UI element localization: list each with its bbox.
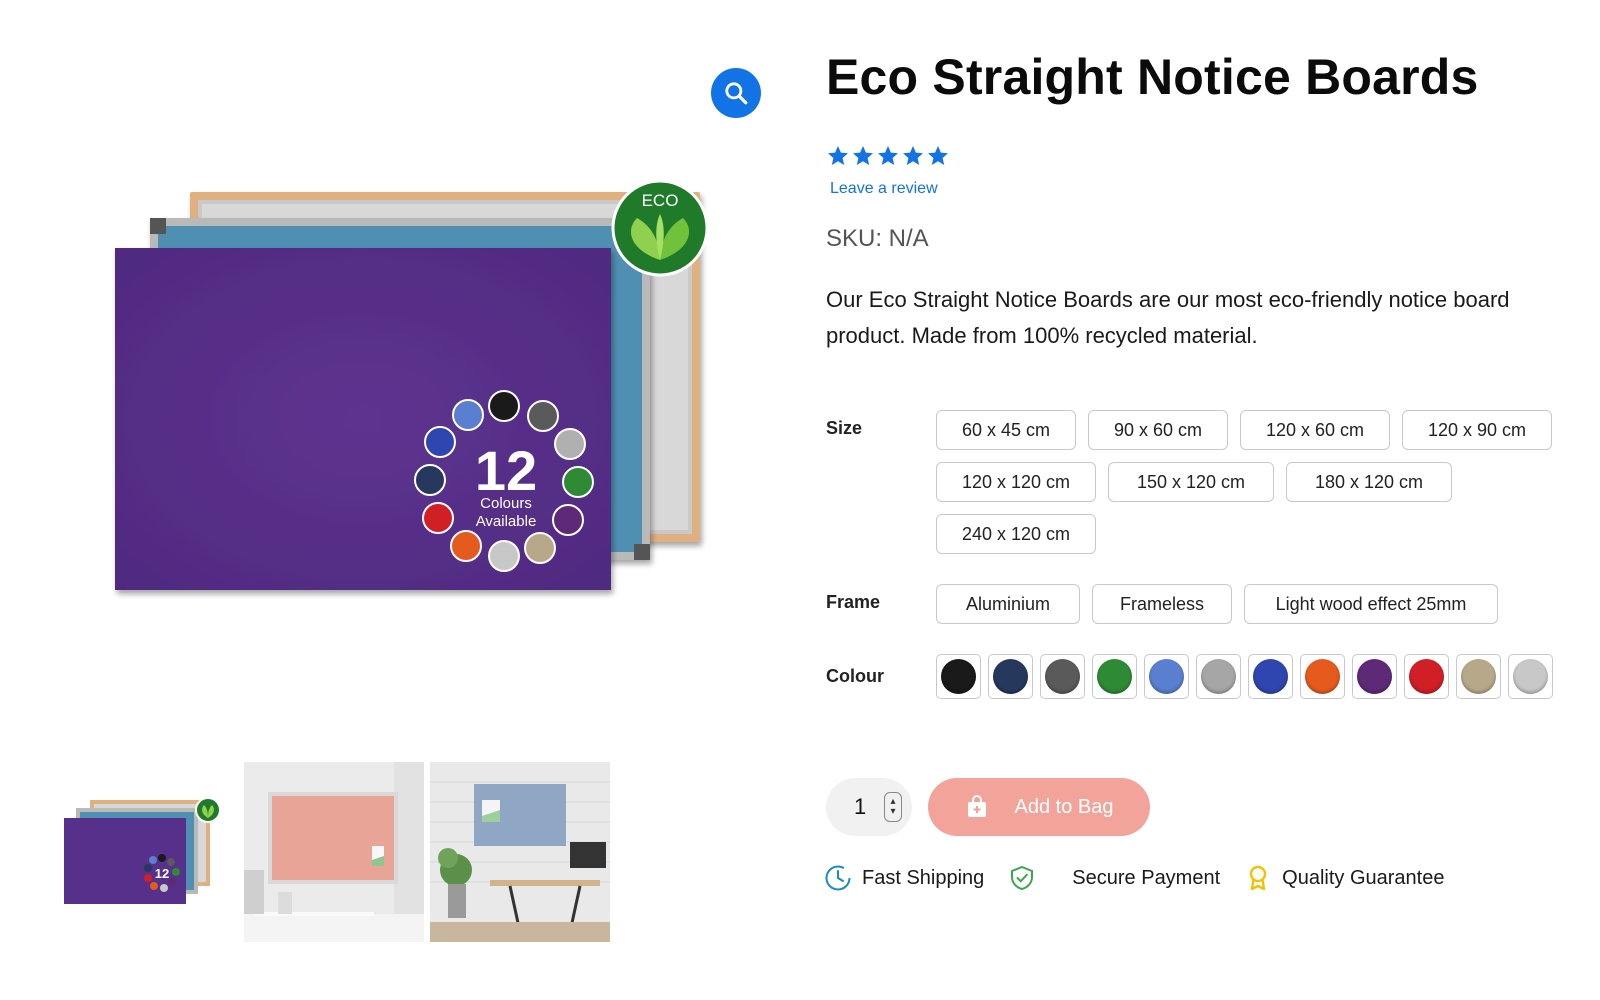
frame-label: Frame: [826, 592, 881, 612]
thumbnail-3[interactable]: [430, 762, 610, 942]
size-option[interactable]: 240 x 120 cm: [936, 514, 1096, 554]
feature-label: Fast Shipping: [862, 866, 985, 889]
colour-swatch[interactable]: [1404, 654, 1449, 699]
frame-option[interactable]: Frameless: [1092, 584, 1232, 624]
add-to-bag-button[interactable]: Add to Bag: [928, 778, 1150, 836]
shopping-bag-icon: [967, 795, 986, 817]
colour-swatch-dot: [1149, 659, 1184, 694]
feature-fast-shipping: Fast Shipping: [824, 864, 984, 892]
svg-text:12: 12: [155, 866, 169, 881]
thumbnail-1[interactable]: 12: [58, 762, 238, 942]
quantity-selector: 1 ▴ ▾: [826, 778, 912, 836]
size-option[interactable]: 120 x 120 cm: [936, 462, 1096, 502]
frame-option[interactable]: Aluminium: [936, 584, 1080, 624]
colour-swatches: [936, 654, 1553, 699]
colour-swatch-dot: [1253, 659, 1288, 694]
shield-check-icon: [1011, 865, 1034, 891]
size-option[interactable]: 60 x 45 cm: [936, 410, 1076, 450]
sku-text: SKU: N/A: [826, 225, 929, 252]
product-description: Our Eco Straight Notice Boards are our m…: [826, 287, 1510, 348]
colour-swatch-dot: [1045, 659, 1080, 694]
colour-swatch[interactable]: [988, 654, 1033, 699]
colour-swatch-dot: [1097, 659, 1132, 694]
eco-badge: ECO: [611, 180, 709, 277]
colour-swatch[interactable]: [1144, 654, 1189, 699]
colour-label: Colour: [826, 666, 884, 686]
colour-swatch[interactable]: [1040, 654, 1085, 699]
leave-review-link[interactable]: Leave a review: [830, 180, 938, 198]
colour-swatch[interactable]: [1508, 654, 1553, 699]
star-rating: [826, 144, 950, 168]
zoom-button[interactable]: [711, 68, 761, 118]
colour-swatch[interactable]: [1092, 654, 1137, 699]
colour-swatch[interactable]: [1300, 654, 1345, 699]
size-label: Size: [826, 418, 863, 438]
colour-swatch-dot: [1357, 659, 1392, 694]
size-option[interactable]: 120 x 90 cm: [1402, 410, 1552, 450]
star-icon: [878, 146, 898, 165]
size-option[interactable]: 90 x 60 cm: [1088, 410, 1228, 450]
quantity-input[interactable]: 1: [854, 794, 878, 820]
size-option[interactable]: 120 x 60 cm: [1240, 410, 1390, 450]
clock-icon: [825, 865, 851, 891]
colour-swatch[interactable]: [1352, 654, 1397, 699]
chevron-down-icon[interactable]: ▾: [890, 807, 895, 817]
colour-swatch-dot: [1461, 659, 1496, 694]
frame-options: Aluminium Frameless Light wood effect 25…: [936, 584, 1556, 624]
star-icon: [903, 146, 923, 165]
star-icon: [928, 146, 948, 165]
colour-swatch-dot: [993, 659, 1028, 694]
size-option[interactable]: 150 x 120 cm: [1108, 462, 1274, 502]
size-options: 60 x 45 cm 90 x 60 cm 120 x 60 cm 120 x …: [936, 410, 1556, 554]
colour-swatch-dot: [1409, 659, 1444, 694]
colour-swatch[interactable]: [1248, 654, 1293, 699]
svg-text:12: 12: [475, 439, 537, 502]
page-title: Eco Straight Notice Boards: [826, 49, 1479, 105]
size-option[interactable]: 180 x 120 cm: [1286, 462, 1452, 502]
quantity-stepper[interactable]: ▴ ▾: [884, 792, 902, 822]
colour-swatch-dot: [941, 659, 976, 694]
main-product-image[interactable]: ECO 12 Colours Available: [110, 180, 730, 620]
colour-swatch-dot: [1305, 659, 1340, 694]
feature-list: Fast Shipping Secure Payment Quality Gua…: [824, 864, 1444, 892]
colour-swatch[interactable]: [936, 654, 981, 699]
colour-swatch[interactable]: [1456, 654, 1501, 699]
star-icon: [853, 146, 873, 165]
frame-option[interactable]: Light wood effect 25mm: [1244, 584, 1498, 624]
colour-swatch-dot: [1513, 659, 1548, 694]
feature-label: Quality Guarantee: [1282, 866, 1445, 889]
svg-text:Colours: Colours: [480, 495, 532, 512]
colour-swatch-dot: [1201, 659, 1236, 694]
thumbnail-2[interactable]: [244, 762, 424, 942]
star-icon: [828, 146, 848, 165]
search-icon: [725, 82, 748, 105]
colour-swatch[interactable]: [1196, 654, 1241, 699]
thumbnail-strip: 12: [58, 762, 610, 942]
award-icon: [1249, 865, 1267, 891]
product-gallery: ECO 12 Colours Available 12: [0, 0, 780, 1000]
feature-quality-guarantee: Quality Guarantee: [1244, 864, 1444, 892]
feature-secure-payment: Secure Payment: [1008, 864, 1220, 892]
feature-label: Secure Payment: [1072, 866, 1221, 889]
add-to-bag-label: Add to Bag: [1014, 795, 1114, 818]
svg-text:ECO: ECO: [642, 191, 679, 210]
svg-text:Available: Available: [476, 513, 537, 530]
